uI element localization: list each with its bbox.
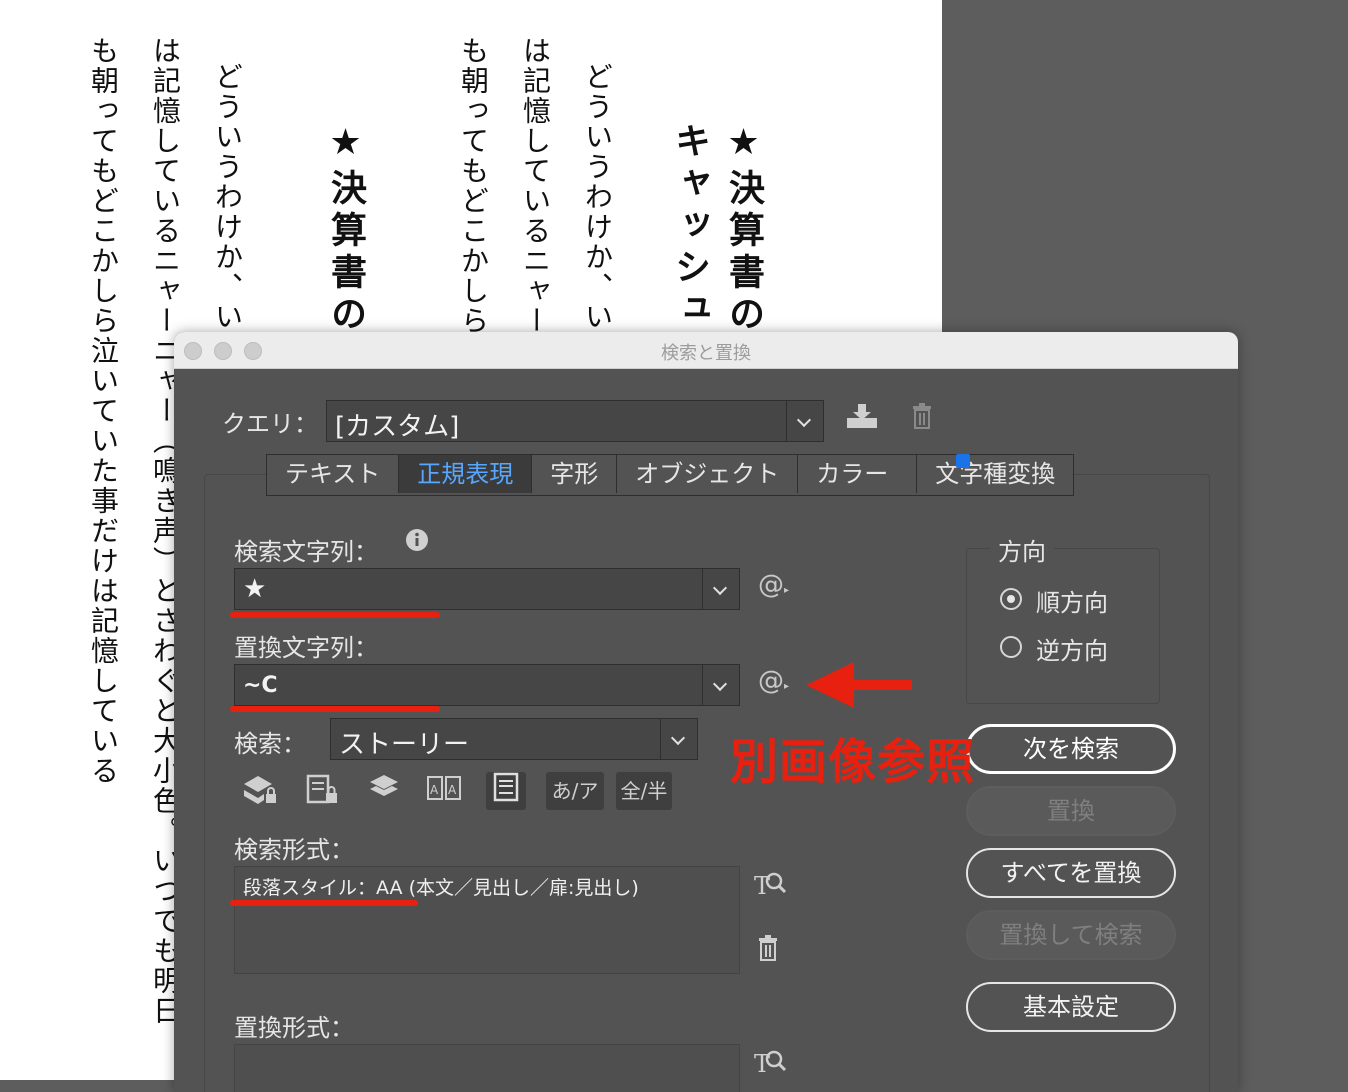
specify-find-format-icon[interactable]: T <box>750 868 790 906</box>
tab-color[interactable]: カラー <box>798 455 918 493</box>
tab-object[interactable]: オブジェクト <box>617 455 799 493</box>
direction-backward-label[interactable]: 逆方向 <box>1036 631 1108 666</box>
change-find-button[interactable]: 置換して検索 <box>966 910 1176 960</box>
tab-bar: テキスト 正規表現 字形 オブジェクト カラー 文字種変換 <box>266 454 1075 496</box>
direction-group <box>966 548 1160 704</box>
blue-marker <box>956 454 970 468</box>
text-column: も朝ってもどこかしら <box>457 36 490 336</box>
hidden-layers-icon[interactable] <box>364 772 404 810</box>
red-underline <box>230 706 440 712</box>
at-symbol: @ <box>758 570 784 600</box>
find-what-label: 検索文字列： <box>234 538 378 566</box>
heading-column: ★決算書の <box>325 122 366 337</box>
heading-column: キャッシュ <box>669 122 710 332</box>
special-characters-find-icon[interactable]: @▸ <box>758 570 789 600</box>
tab-transliterate[interactable]: 文字種変換 <box>917 455 1074 493</box>
text-column: どういうわけか、い <box>211 62 244 332</box>
save-query-icon[interactable] <box>842 402 882 440</box>
chevron-down-icon[interactable] <box>786 401 823 441</box>
red-arrow-icon <box>806 662 912 708</box>
change-to-value: ~C <box>243 673 278 698</box>
heading-column: ★決算書の <box>723 122 764 337</box>
tab-glyph[interactable]: 字形 <box>532 455 618 493</box>
kana-sensitive-toggle[interactable]: あ/ア <box>546 772 604 810</box>
direction-backward-radio[interactable] <box>1000 636 1022 658</box>
red-underline <box>230 612 440 618</box>
text-column: は記憶しているニャー <box>519 36 552 336</box>
svg-text:A: A <box>430 783 439 797</box>
find-what-value: ★ <box>243 574 267 604</box>
find-format-box[interactable]: 段落スタイル：AA (本文／見出し／扉:見出し) <box>234 866 740 974</box>
change-to-label: 置換文字列： <box>234 634 378 662</box>
change-button[interactable]: 置換 <box>966 786 1176 836</box>
find-format-value: 段落スタイル：AA (本文／見出し／扉:見出し) <box>243 877 639 899</box>
find-what-field[interactable]: ★ <box>234 568 740 610</box>
query-label: クエリ： <box>222 410 318 438</box>
direction-forward-label[interactable]: 順方向 <box>1036 583 1108 618</box>
text-column: も朝ってもどこかしら泣いていた事だけは記憶している <box>87 36 120 786</box>
footnotes-icon[interactable] <box>486 772 526 810</box>
delete-query-icon[interactable] <box>902 402 942 440</box>
clear-find-format-icon[interactable] <box>748 934 788 972</box>
find-next-button[interactable]: 次を検索 <box>966 724 1176 774</box>
search-label: 検索： <box>234 730 306 758</box>
dialog-title: 検索と置換 <box>661 343 751 364</box>
width-sensitive-toggle[interactable]: 全/半 <box>616 772 672 810</box>
locked-stories-icon[interactable] <box>302 772 342 810</box>
find-change-dialog: 検索と置換 クエリ： [カスタム] テキスト 正規表現 字形 オブジェクト カラ… <box>174 332 1238 1092</box>
chevron-down-icon[interactable] <box>660 719 697 759</box>
change-all-button[interactable]: すべてを置換 <box>966 848 1176 898</box>
info-icon[interactable] <box>404 526 430 564</box>
at-symbol: @ <box>758 666 784 696</box>
tab-grep[interactable]: 正規表現 <box>399 455 533 493</box>
text-column: どういうわけか、い <box>581 62 614 332</box>
fewer-options-button[interactable]: 基本設定 <box>966 982 1176 1032</box>
red-underline <box>230 900 418 906</box>
svg-text:A: A <box>448 783 457 797</box>
special-characters-change-icon[interactable]: @▸ <box>758 666 789 696</box>
query-select[interactable]: [カスタム] <box>326 400 824 442</box>
annotation-text: 別画像参照 <box>730 734 976 790</box>
specify-change-format-icon[interactable]: T <box>750 1046 790 1084</box>
direction-forward-radio[interactable] <box>1000 588 1022 610</box>
tab-text[interactable]: テキスト <box>267 455 400 493</box>
direction-label: 方向 <box>990 532 1054 567</box>
chevron-down-icon[interactable] <box>702 665 739 705</box>
search-scope-value: ストーリー <box>339 730 470 760</box>
change-format-label: 置換形式： <box>234 1014 354 1042</box>
lock-layers-icon[interactable] <box>240 772 280 810</box>
change-format-box[interactable] <box>234 1044 740 1092</box>
master-pages-icon[interactable]: AA <box>424 772 464 810</box>
query-value: [カスタム] <box>335 412 460 442</box>
search-scope-select[interactable]: ストーリー <box>330 718 698 760</box>
find-format-label: 検索形式： <box>234 836 354 864</box>
chevron-down-icon[interactable] <box>702 569 739 609</box>
title-bar[interactable]: 検索と置換 <box>174 332 1238 369</box>
change-to-field[interactable]: ~C <box>234 664 740 706</box>
